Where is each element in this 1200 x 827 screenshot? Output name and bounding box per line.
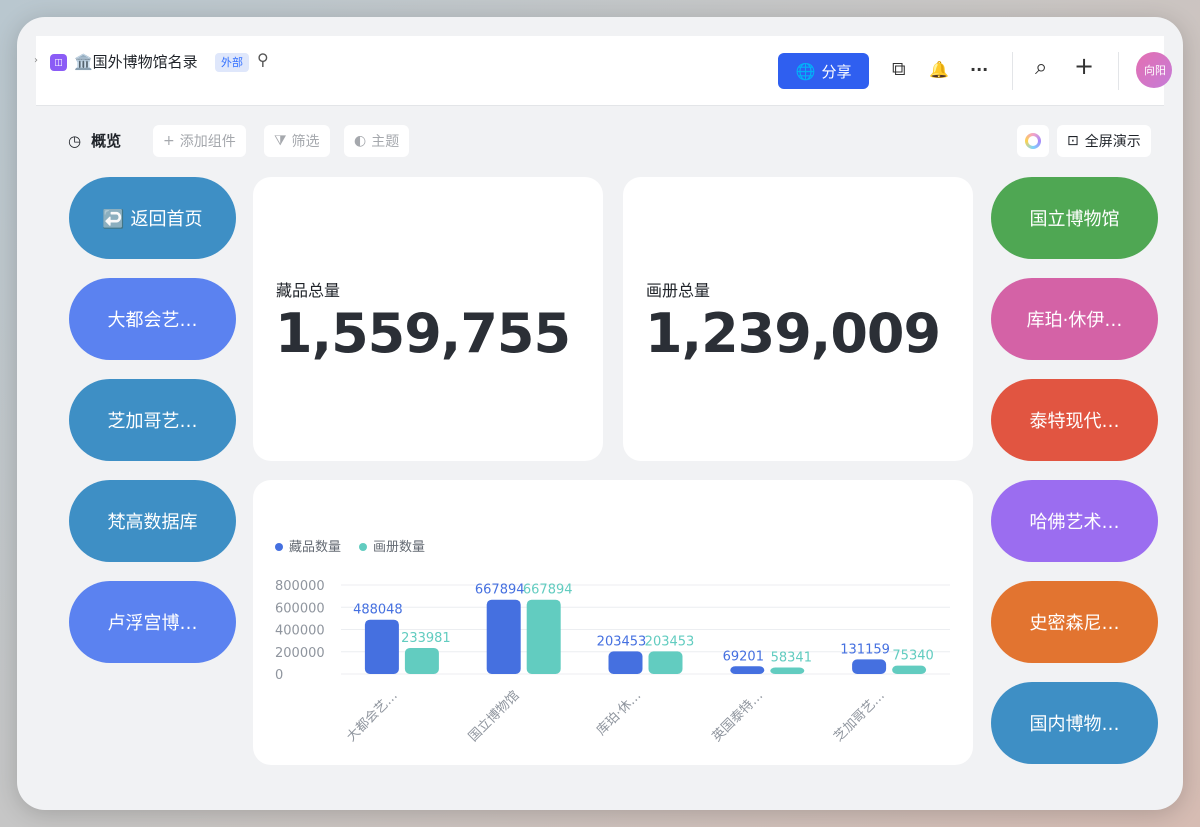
legend-label: 藏品数量 <box>289 540 341 555</box>
add-widget-button[interactable]: + 添加组件 <box>153 125 246 157</box>
fullscreen-present-button[interactable]: ⊡ 全屏演示 <box>1057 125 1151 157</box>
bar <box>364 619 399 674</box>
bar <box>730 666 765 674</box>
bar <box>892 665 927 674</box>
legend-swatch <box>359 543 367 551</box>
filter-label: 筛选 <box>291 134 320 150</box>
bar <box>852 659 887 674</box>
search-icon[interactable]: ⌕ <box>1035 55 1047 80</box>
y-tick-label: 0 <box>275 668 283 683</box>
x-tick-label: 芝加哥艺… <box>831 688 888 745</box>
add-widget-label: 添加组件 <box>179 134 236 150</box>
theme-label: 主题 <box>371 134 400 150</box>
filter-icon: ⧩ <box>274 133 287 149</box>
y-tick-label: 200000 <box>275 646 325 661</box>
bar <box>608 651 643 674</box>
legend-label: 画册数量 <box>373 540 425 555</box>
museum-link-smithsonian[interactable]: 史密森尼… <box>991 581 1158 663</box>
legend-swatch <box>275 543 283 551</box>
top-bar: › ◫ 🏛️国外博物馆名录 外部 ⚲ 🌐 分享 ⧉ 🔔 ··· ⌕ + 向阳 <box>34 36 1172 106</box>
clock-icon: ◷ <box>68 131 82 150</box>
bar <box>648 651 683 674</box>
divider <box>1012 52 1013 90</box>
data-label: 69201 <box>723 649 764 664</box>
x-tick-label: 大都会艺… <box>344 688 401 745</box>
plus-icon: + <box>163 133 175 149</box>
presentation-icon: ⊡ <box>1067 133 1079 149</box>
x-tick-label: 国立博物馆 <box>466 688 523 745</box>
theme-button[interactable]: ◐ 主题 <box>344 125 410 157</box>
y-tick-label: 800000 <box>275 579 325 594</box>
album-total-card: 画册总量 1,239,009 <box>623 177 973 461</box>
bell-icon[interactable]: 🔔 <box>929 60 949 79</box>
present-label: 全屏演示 <box>1084 134 1141 150</box>
color-ring-icon <box>1025 133 1041 149</box>
y-tick-label: 400000 <box>275 624 325 639</box>
bar <box>404 647 439 674</box>
bar-chart: 藏品数量 画册数量 800000 600000 400000 200000 0 488048 2… <box>275 540 950 745</box>
y-tick-label: 600000 <box>275 601 325 616</box>
x-tick-label: 英国泰特… <box>710 688 767 745</box>
bar-chart-card: 藏品数量 画册数量 800000 600000 400000 200000 0 488048 2… <box>253 480 973 765</box>
divider <box>1118 52 1119 90</box>
museum-link-cooper-hewitt[interactable]: 库珀·休伊… <box>991 278 1158 360</box>
museum-link-tate[interactable]: 泰特现代… <box>991 379 1158 461</box>
document-title[interactable]: 🏛️国外博物馆名录 <box>74 51 198 72</box>
palette-icon: ◐ <box>354 133 367 149</box>
metric-value: 1,559,755 <box>275 302 571 365</box>
metric-value: 1,239,009 <box>645 302 941 365</box>
globe-icon: 🌐 <box>795 61 816 81</box>
museum-link-domestic[interactable]: 国内博物… <box>991 682 1158 764</box>
x-tick-label: 库珀·休… <box>593 688 644 739</box>
avatar[interactable]: 向阳 <box>1136 52 1172 88</box>
bar <box>486 599 521 674</box>
bar <box>526 599 561 674</box>
data-label: 667894 <box>475 583 525 598</box>
museum-link-louvre[interactable]: 卢浮宫博… <box>69 581 236 663</box>
collection-total-card: 藏品总量 1,559,755 <box>253 177 603 461</box>
external-tag: 外部 <box>215 53 249 72</box>
data-label: 58341 <box>771 651 812 666</box>
bar <box>770 667 805 674</box>
museum-link-harvard[interactable]: 哈佛艺术… <box>991 480 1158 562</box>
metric-label: 画册总量 <box>646 281 711 300</box>
app-grid-icon: ◫ <box>50 54 67 71</box>
museum-link-national[interactable]: 国立博物馆 <box>991 177 1158 259</box>
add-icon[interactable]: + <box>1074 52 1094 80</box>
data-label: 75340 <box>892 649 933 664</box>
data-label: 667894 <box>523 583 573 598</box>
dashboard-toolbar: ◷ 概览 + 添加组件 ⧩ 筛选 ◐ 主题 ⊡ 全屏演示 <box>17 123 1183 157</box>
metric-label: 藏品总量 <box>276 281 341 300</box>
data-label: 488048 <box>353 603 403 618</box>
filter-button[interactable]: ⧩ 筛选 <box>264 125 330 157</box>
pin-icon[interactable]: ⚲ <box>257 50 269 69</box>
overview-label: 概览 <box>91 132 122 150</box>
museum-link-met[interactable]: 大都会艺… <box>69 278 236 360</box>
plugin-icon[interactable]: ⧉ <box>892 58 906 80</box>
data-label: 203453 <box>645 634 695 649</box>
data-label: 131159 <box>840 642 890 657</box>
more-icon[interactable]: ··· <box>970 60 988 79</box>
overview-tab[interactable]: ◷ 概览 <box>68 130 121 151</box>
museum-link-vangogh[interactable]: 梵高数据库 <box>69 480 236 562</box>
museum-link-chicago[interactable]: 芝加哥艺… <box>69 379 236 461</box>
share-label: 分享 <box>821 62 852 81</box>
data-label: 203453 <box>597 634 647 649</box>
data-label: 233981 <box>401 631 451 646</box>
color-theme-button[interactable] <box>1017 125 1049 157</box>
expand-chevron-icon[interactable]: › <box>34 55 38 66</box>
share-button[interactable]: 🌐 分享 <box>778 53 869 89</box>
app-window: › ◫ 🏛️国外博物馆名录 外部 ⚲ 🌐 分享 ⧉ 🔔 ··· ⌕ + 向阳 ◷… <box>17 17 1183 810</box>
home-button[interactable]: ↩️ 返回首页 <box>69 177 236 259</box>
